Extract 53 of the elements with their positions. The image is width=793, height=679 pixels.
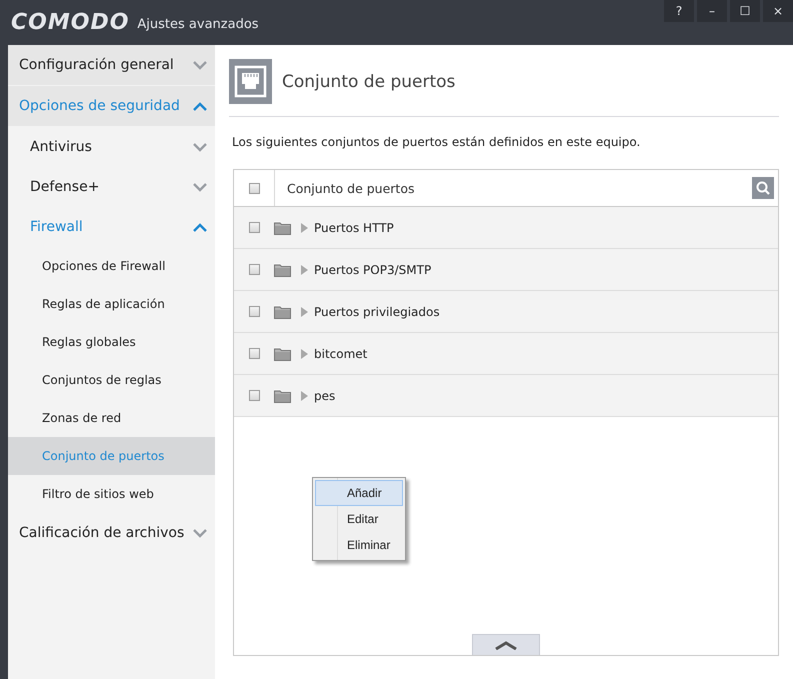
sidebar-item[interactable]: Reglas de aplicación (8, 285, 215, 323)
expand-arrow-icon[interactable] (301, 390, 308, 400)
folder-icon (274, 346, 291, 360)
expand-arrow-icon[interactable] (301, 348, 308, 358)
folder-icon (274, 388, 291, 402)
caret-icon (495, 640, 517, 650)
row-checkbox[interactable] (248, 222, 260, 233)
window-control-button[interactable]: ☐ (730, 0, 760, 22)
expand-arrow-icon[interactable] (301, 264, 308, 274)
collapse-icon (193, 222, 207, 232)
expand-icon (193, 142, 207, 152)
sidebar-item[interactable]: Calificación de archivos (8, 513, 215, 553)
description-text: Los siguientes conjuntos de puertos están definidos en este equipo. (232, 135, 642, 149)
sidebar-item[interactable]: Antivirus (8, 127, 215, 167)
port-set-name[interactable]: Puertos POP3/SMTP (314, 262, 432, 276)
menu-item[interactable]: Editar (315, 506, 403, 532)
port-set-name[interactable]: bitcomet (314, 346, 368, 360)
column-header[interactable]: Conjunto de puertos (275, 180, 752, 196)
menu-item[interactable]: Eliminar (315, 532, 403, 558)
collapse-icon (193, 102, 207, 110)
port-set-name[interactable]: Puertos privilegiados (314, 304, 440, 318)
sidebar-item[interactable]: Configuración general (8, 45, 215, 85)
app-logo: COMODO (11, 10, 130, 35)
window-control-button[interactable]: × (763, 0, 793, 22)
port-set-name[interactable]: pes (314, 388, 336, 402)
expand-arrow-icon[interactable] (301, 222, 308, 232)
row-checkbox[interactable] (248, 348, 260, 359)
window-title: Ajustes avanzados (137, 16, 259, 32)
sidebar-item[interactable]: Conjuntos de reglas (8, 361, 215, 399)
expand-arrow-icon[interactable] (301, 306, 308, 316)
folder-icon (274, 262, 291, 276)
sidebar-item[interactable]: Opciones de Firewall (8, 247, 215, 285)
row-checkbox[interactable] (248, 306, 260, 317)
window-control-button[interactable]: – (697, 0, 727, 22)
folder-icon (274, 304, 291, 318)
expand-icon (193, 182, 207, 192)
port-set-name[interactable]: Puertos HTTP (314, 220, 394, 234)
select-all-checkbox[interactable] (248, 182, 260, 194)
page-title: Conjunto de puertos (282, 72, 456, 92)
sidebar-item[interactable]: Zonas de red (8, 399, 215, 437)
scroll-up-button[interactable] (472, 634, 540, 655)
row-checkbox[interactable] (248, 264, 260, 275)
window-control-button[interactable]: ? (664, 0, 694, 22)
sidebar-item[interactable]: Filtro de sitios web (8, 475, 215, 513)
search-button[interactable] (752, 177, 774, 199)
expand-icon (193, 528, 207, 538)
sidebar-item[interactable]: Defense+ (8, 167, 215, 207)
network-port-icon (229, 59, 272, 104)
menu-item[interactable]: Añadir (315, 480, 403, 506)
sidebar-item[interactable]: Reglas globales (8, 323, 215, 361)
row-checkbox[interactable] (248, 390, 260, 401)
folder-icon (274, 220, 291, 234)
expand-icon (193, 60, 207, 70)
